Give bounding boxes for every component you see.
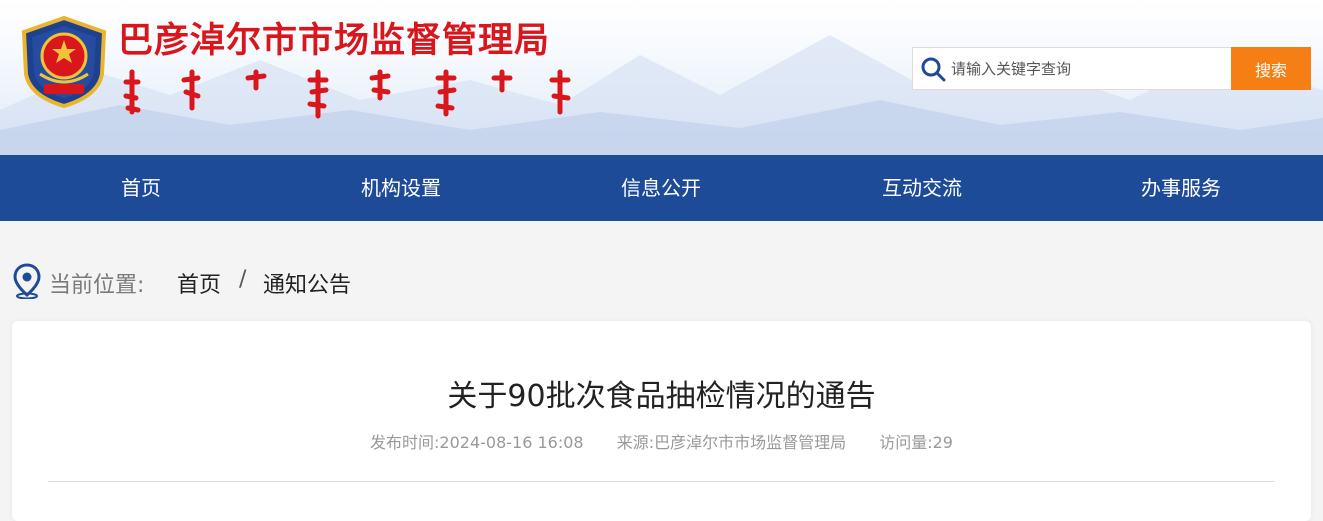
market-supervision-emblem <box>21 15 107 109</box>
main-nav: 首页 机构设置 信息公开 互动交流 办事服务 <box>0 155 1323 221</box>
nav-item-organization[interactable]: 机构设置 <box>336 155 466 221</box>
search-button[interactable]: 搜索 <box>1231 47 1311 90</box>
mongolian-script-title <box>123 69 571 119</box>
location-pin-icon <box>13 263 41 299</box>
breadcrumb-label: 当前位置: <box>49 273 145 298</box>
article-source: 来源:巴彦淖尔市市场监督管理局 <box>616 433 847 452</box>
breadcrumb-separator: / <box>239 267 247 292</box>
search-icon <box>921 57 946 82</box>
article-title: 关于90批次食品抽检情况的通告 <box>447 379 876 414</box>
nav-item-home[interactable]: 首页 <box>81 155 201 221</box>
article-card: 关于90批次食品抽检情况的通告 发布时间:2024-08-16 16:08 来源… <box>12 321 1311 521</box>
breadcrumb-notices-link[interactable]: 通知公告 <box>263 267 351 299</box>
article-meta: 发布时间:2024-08-16 16:08 来源:巴彦淖尔市市场监督管理局 访问… <box>12 429 1311 453</box>
search-input[interactable] <box>951 48 1229 89</box>
nav-item-info-disclosure[interactable]: 信息公开 <box>596 155 726 221</box>
nav-item-interaction[interactable]: 互动交流 <box>857 155 987 221</box>
site-title: 巴彦淖尔市市场监督管理局 <box>118 21 551 61</box>
view-count: 访问量:29 <box>879 433 953 452</box>
breadcrumb-home-link[interactable]: 首页 <box>177 267 221 299</box>
search-box: 搜索 <box>912 47 1311 90</box>
publish-time: 发布时间:2024-08-16 16:08 <box>370 433 584 452</box>
site-header: 巴彦淖尔市市场监督管理局 搜索 <box>0 0 1323 155</box>
divider <box>48 481 1274 482</box>
nav-item-services[interactable]: 办事服务 <box>1116 155 1246 221</box>
